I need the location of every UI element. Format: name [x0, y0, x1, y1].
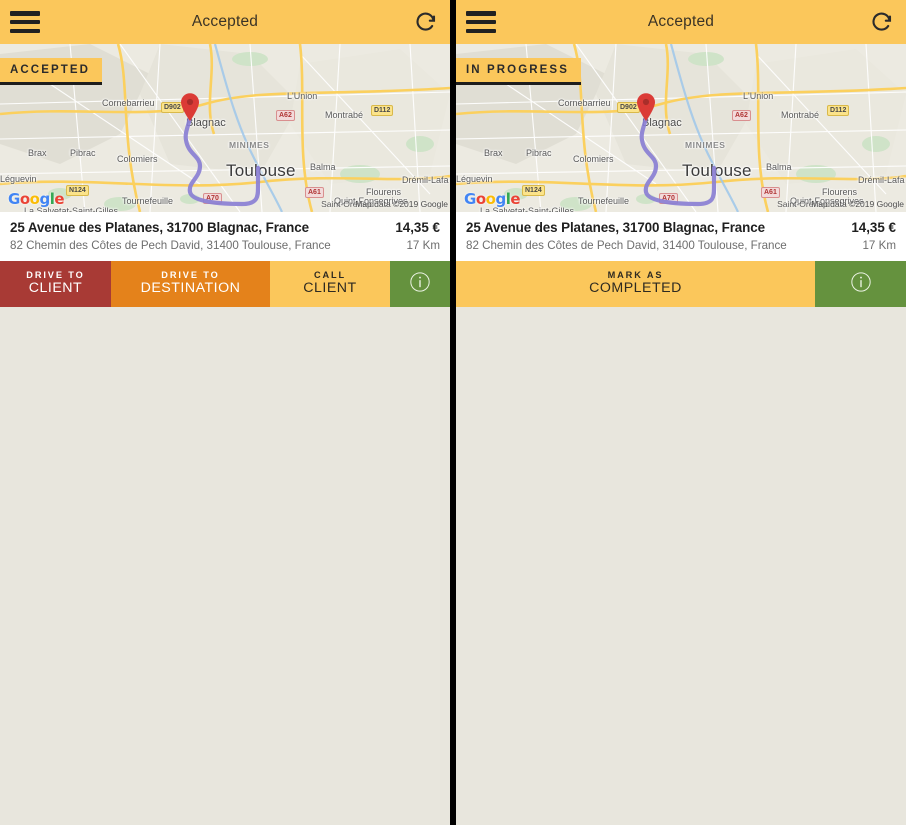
- job-info-row: 25 Avenue des Platanes, 31700 Blagnac, F…: [0, 212, 450, 261]
- page-title: Accepted: [647, 13, 715, 30]
- comparison-screenshot: Accepted ACCEPTED Cornebarrieu L'Union M…: [0, 0, 906, 825]
- info-circle-icon: [409, 271, 431, 297]
- call-client-button[interactable]: CALL CLIENT: [270, 261, 390, 307]
- page-title: Accepted: [191, 13, 259, 30]
- pickup-address: 82 Chemin des Côtes de Pech David, 31400…: [466, 239, 787, 252]
- info-circle-icon: [850, 271, 872, 297]
- drive-to-destination-button[interactable]: DRIVE TO DESTINATION: [111, 261, 270, 307]
- route-map[interactable]: ACCEPTED Cornebarrieu L'Union Montrabé B…: [0, 44, 450, 212]
- mark-as-completed-button[interactable]: MARK AS COMPLETED: [456, 261, 815, 307]
- drive-to-client-button[interactable]: DRIVE TO CLIENT: [0, 261, 111, 307]
- job-distance: 17 Km: [862, 239, 896, 252]
- call-client-bottom-label: CLIENT: [303, 280, 357, 297]
- panel-in-progress: Accepted IN PROGRESS Cornebarrieu L'Unio…: [456, 0, 906, 825]
- info-button[interactable]: [390, 261, 450, 307]
- info-button[interactable]: [815, 261, 906, 307]
- route-map[interactable]: IN PROGRESS Cornebarrieu L'Union Montrab…: [456, 44, 906, 212]
- refresh-icon[interactable]: [414, 10, 438, 34]
- pickup-address: 82 Chemin des Côtes de Pech David, 31400…: [10, 239, 331, 252]
- job-distance: 17 Km: [406, 239, 440, 252]
- drive-to-client-bottom-label: CLIENT: [28, 280, 83, 297]
- job-price: 14,35 €: [851, 220, 896, 235]
- refresh-icon[interactable]: [870, 10, 894, 34]
- action-bar: MARK AS COMPLETED: [456, 261, 906, 307]
- destination-address: 25 Avenue des Platanes, 31700 Blagnac, F…: [10, 220, 309, 235]
- drive-to-destination-bottom-label: DESTINATION: [140, 280, 241, 297]
- action-bar: DRIVE TO CLIENT DRIVE TO DESTINATION CAL…: [0, 261, 450, 307]
- job-price: 14,35 €: [395, 220, 440, 235]
- app-header: Accepted: [0, 0, 450, 44]
- destination-address: 25 Avenue des Platanes, 31700 Blagnac, F…: [466, 220, 765, 235]
- hamburger-menu-icon[interactable]: [466, 11, 496, 33]
- hamburger-menu-icon[interactable]: [10, 11, 40, 33]
- mark-as-completed-bottom-label: COMPLETED: [589, 280, 682, 297]
- red-destination-pin: [635, 92, 657, 122]
- job-info-row: 25 Avenue des Platanes, 31700 Blagnac, F…: [456, 212, 906, 261]
- red-destination-pin: [179, 92, 201, 122]
- app-header: Accepted: [456, 0, 906, 44]
- panel-accepted: Accepted ACCEPTED Cornebarrieu L'Union M…: [0, 0, 450, 825]
